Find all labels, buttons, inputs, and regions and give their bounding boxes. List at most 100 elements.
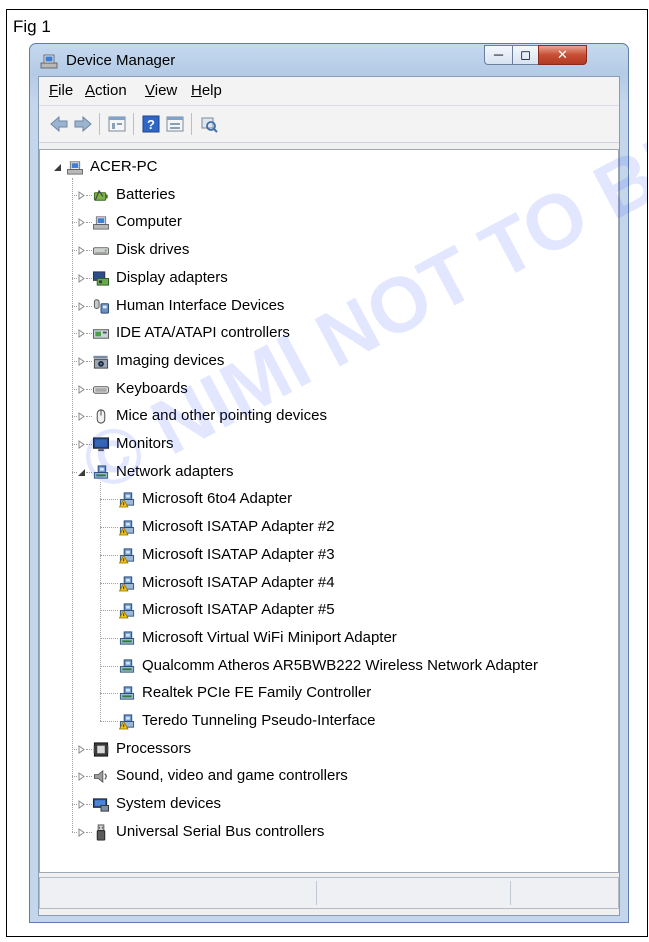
title-bar[interactable]: Device Manager ─ ◻ ✕ bbox=[30, 44, 628, 76]
toolbar-separator bbox=[133, 113, 134, 135]
window-title: Device Manager bbox=[66, 52, 176, 69]
expanded-triangle-icon[interactable] bbox=[53, 163, 62, 172]
minimize-button[interactable]: ─ bbox=[484, 45, 513, 65]
network-adapter-warning-icon bbox=[118, 548, 135, 564]
tree-connector-line bbox=[100, 665, 118, 667]
svg-text:?: ? bbox=[147, 117, 155, 132]
tree-item-label: Qualcomm Atheros AR5BWB222 Wireless Netw… bbox=[142, 656, 538, 674]
collapsed-triangle-icon[interactable] bbox=[77, 218, 86, 228]
tree-item-label: Human Interface Devices bbox=[116, 296, 285, 314]
system-device-icon bbox=[92, 798, 110, 812]
collapsed-triangle-icon[interactable] bbox=[77, 440, 86, 449]
maximize-icon: ◻ bbox=[520, 47, 531, 62]
menu-action[interactable]: Action bbox=[85, 82, 127, 99]
collapsed-triangle-icon[interactable] bbox=[77, 744, 86, 754]
close-button[interactable]: ✕ bbox=[538, 45, 587, 65]
tree-connector-line bbox=[100, 721, 118, 722]
tree-item-label: Microsoft Virtual WiFi Miniport Adapter bbox=[142, 628, 397, 646]
network-adapter-warning-icon bbox=[118, 492, 135, 508]
tree-connector-line bbox=[100, 637, 118, 639]
collapsed-triangle-icon[interactable] bbox=[77, 246, 86, 256]
tree-item-label: Microsoft ISATAP Adapter #5 bbox=[142, 601, 335, 619]
menu-bar: File Action View Help bbox=[39, 77, 619, 106]
collapsed-triangle-icon[interactable] bbox=[77, 772, 86, 782]
collapsed-triangle-icon[interactable] bbox=[77, 273, 86, 283]
figure-label: Fig 1 bbox=[13, 17, 51, 36]
menu-access-key: V bbox=[145, 82, 155, 99]
hid-icon bbox=[93, 298, 110, 314]
properties-icon[interactable] bbox=[107, 114, 127, 134]
tree-item-label: Mice and other pointing devices bbox=[116, 407, 327, 425]
toolbar-separator bbox=[191, 113, 192, 135]
menu-access-key: A bbox=[85, 82, 96, 99]
device-manager-window: Device Manager ─ ◻ ✕ File Action View Help bbox=[29, 43, 629, 923]
tree-item-label: IDE ATA/ATAPI controllers bbox=[116, 324, 290, 342]
status-divider bbox=[316, 881, 317, 905]
ide-controller-icon bbox=[92, 329, 110, 339]
keyboard-icon bbox=[92, 385, 110, 394]
monitor-icon bbox=[92, 437, 110, 452]
tree-item-label: Microsoft ISATAP Adapter #2 bbox=[142, 518, 335, 536]
forward-icon[interactable] bbox=[73, 114, 93, 134]
minimize-icon: ─ bbox=[493, 47, 504, 62]
network-adapter-icon bbox=[93, 465, 109, 479]
computer-icon bbox=[67, 161, 83, 175]
tree-item-label: Disk drives bbox=[116, 241, 190, 259]
menu-help[interactable]: Help bbox=[191, 82, 222, 99]
device-manager-icon bbox=[40, 54, 58, 69]
tree-item-label: Sound, video and game controllers bbox=[116, 767, 348, 785]
collapsed-triangle-icon[interactable] bbox=[77, 384, 86, 394]
collapsed-triangle-icon[interactable] bbox=[77, 356, 86, 366]
sound-icon bbox=[94, 770, 107, 784]
help-icon[interactable]: ? bbox=[141, 114, 161, 134]
back-icon[interactable] bbox=[49, 114, 69, 134]
collapsed-triangle-icon[interactable] bbox=[77, 301, 86, 311]
collapsed-triangle-icon[interactable] bbox=[77, 827, 86, 837]
tree-item-label: Processors bbox=[116, 739, 192, 757]
network-adapter-warning-icon bbox=[118, 575, 135, 591]
tree-connector-line bbox=[100, 554, 118, 556]
status-divider bbox=[510, 881, 511, 905]
tree-connector-line bbox=[100, 527, 118, 529]
tree-item-label: Monitors bbox=[116, 435, 174, 452]
client-area: File Action View Help ? ACER-PC Batterie… bbox=[38, 76, 620, 916]
collapsed-triangle-icon[interactable] bbox=[77, 800, 86, 810]
collapsed-triangle-icon[interactable] bbox=[77, 329, 86, 339]
maximize-button[interactable]: ◻ bbox=[512, 45, 539, 65]
tree-connector-line bbox=[100, 482, 101, 721]
tree-connector-line bbox=[100, 499, 118, 501]
tree-item-label: Batteries bbox=[116, 185, 176, 203]
device-tree[interactable]: ACER-PC Batteries Computer Disk drives Displ… bbox=[39, 149, 619, 873]
status-bar bbox=[39, 877, 619, 909]
tree-item-label: Computer bbox=[116, 213, 182, 231]
processor-icon bbox=[93, 742, 109, 757]
close-icon: ✕ bbox=[557, 47, 568, 62]
network-adapter-warning-icon bbox=[118, 603, 135, 619]
tree-item-label: Microsoft ISATAP Adapter #4 bbox=[142, 573, 335, 591]
tree-item-label: Display adapters bbox=[116, 268, 228, 286]
tree-connector-line bbox=[72, 177, 73, 832]
tree-connector-line bbox=[100, 693, 118, 695]
collapsed-triangle-icon[interactable] bbox=[77, 412, 86, 422]
collapsed-triangle-icon[interactable] bbox=[77, 190, 86, 200]
camera-icon bbox=[93, 355, 109, 369]
network-adapter-warning-icon bbox=[118, 714, 135, 730]
menu-file[interactable]: File bbox=[49, 82, 73, 99]
network-adapter-icon bbox=[119, 659, 135, 673]
network-adapter-warning-icon bbox=[118, 520, 135, 536]
tree-item-label: ACER-PC bbox=[90, 158, 158, 175]
update-driver-icon[interactable] bbox=[165, 114, 185, 134]
tree-connector-line bbox=[100, 610, 118, 612]
network-adapter-icon bbox=[119, 686, 135, 700]
menu-access-key: H bbox=[191, 82, 202, 99]
computer-icon bbox=[93, 216, 109, 230]
expanded-triangle-icon[interactable] bbox=[77, 468, 86, 477]
scan-hardware-icon[interactable] bbox=[199, 114, 219, 134]
tree-item-label: Teredo Tunneling Pseudo-Interface bbox=[142, 712, 376, 729]
mouse-icon bbox=[96, 409, 106, 424]
menu-label-rest: elp bbox=[201, 82, 222, 99]
tree-item-label: Network adapters bbox=[116, 462, 234, 480]
menu-label-rest: iew bbox=[154, 82, 178, 99]
menu-view[interactable]: View bbox=[145, 82, 177, 99]
disk-drive-icon bbox=[92, 247, 110, 255]
